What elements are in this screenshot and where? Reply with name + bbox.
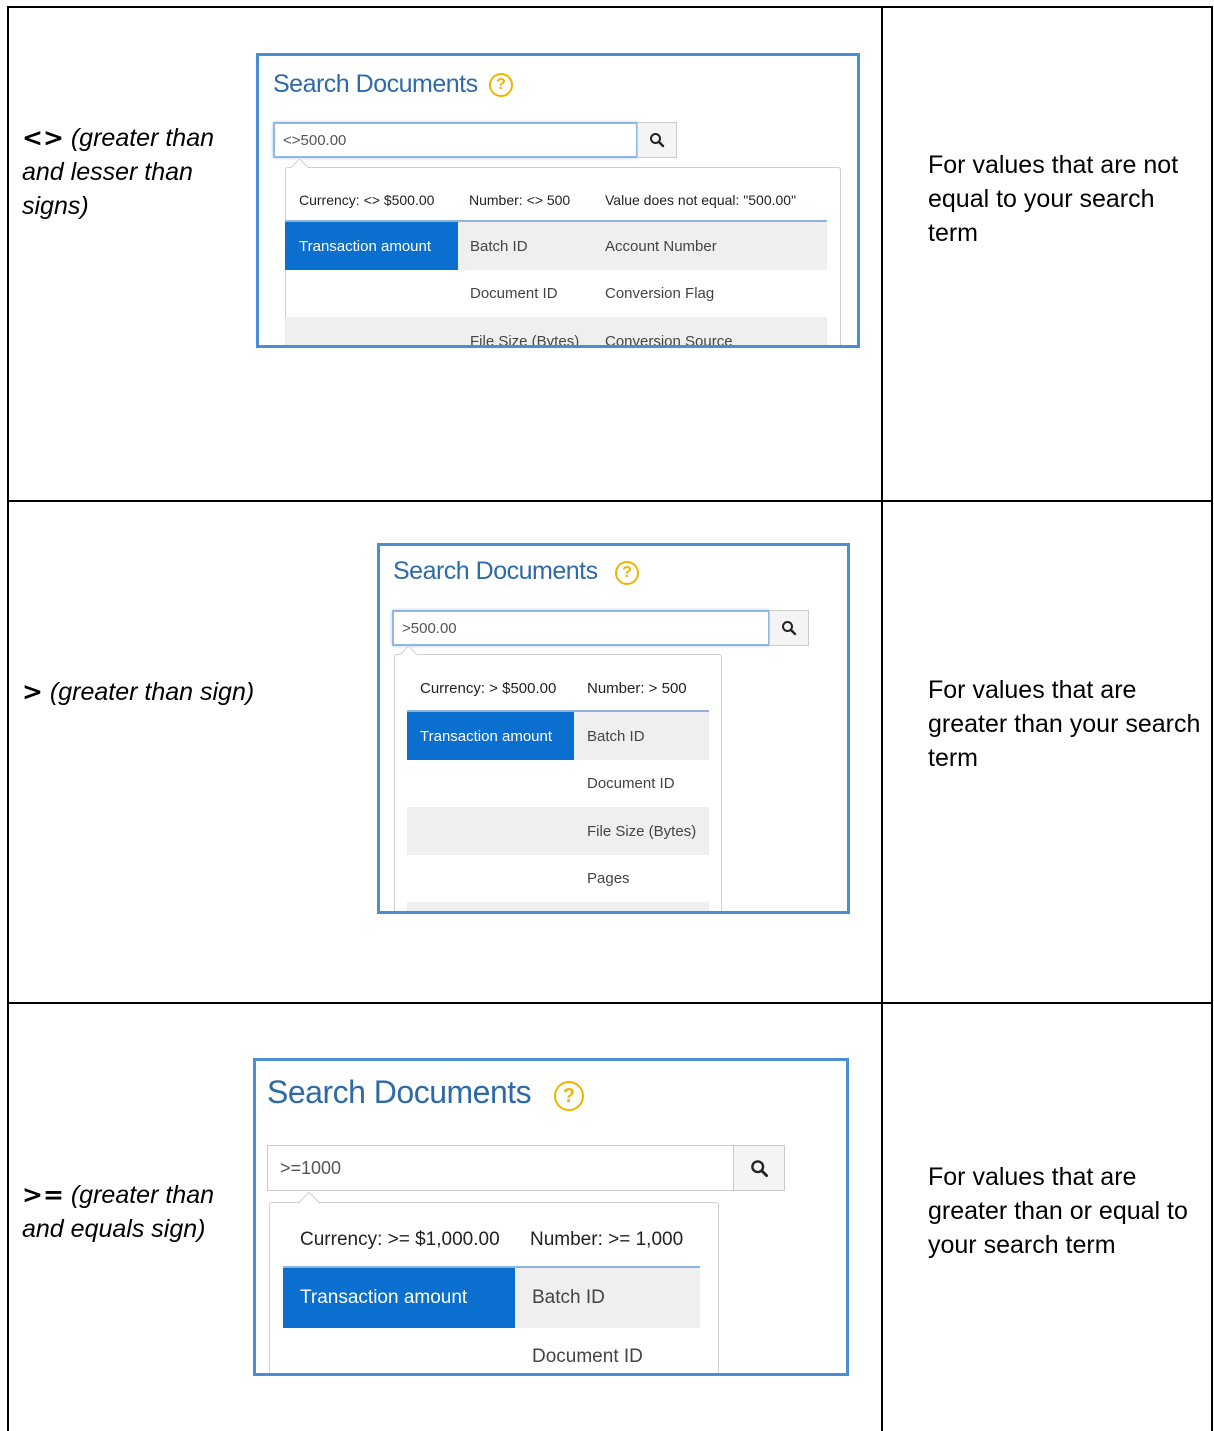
row-divider-1 xyxy=(7,500,1213,502)
field-document-id[interactable]: Document ID xyxy=(515,1328,700,1373)
operator-symbol: >= xyxy=(22,1180,64,1209)
field-conversion-source[interactable]: Conversion Source xyxy=(595,317,827,345)
operator-cell-greater-equal: >= (greater than and equals sign) xyxy=(22,1178,232,1246)
field-row-partial xyxy=(407,902,709,911)
explanation-text: For values that are greater than or equa… xyxy=(928,1163,1188,1259)
operator-symbol: > xyxy=(22,677,43,706)
table-border-right xyxy=(1211,6,1213,1431)
search-input[interactable]: <>500.00 xyxy=(273,122,638,158)
field-empty xyxy=(285,317,458,345)
table-border-left xyxy=(7,6,9,1431)
hint-currency[interactable]: Currency: >= $1,000.00 xyxy=(300,1229,500,1251)
row-divider-2 xyxy=(7,1002,1213,1004)
table-border-top xyxy=(7,6,1213,8)
field-file-size[interactable]: File Size (Bytes) xyxy=(458,317,595,345)
search-input[interactable]: >=1000 xyxy=(267,1145,734,1191)
field-batch-id[interactable]: Batch ID xyxy=(574,712,709,760)
search-panel-screenshot: Search Documents ? >=1000 Currency: >= $… xyxy=(253,1058,849,1376)
search-icon xyxy=(650,133,665,148)
field-empty xyxy=(407,760,574,807)
hint-number[interactable]: Number: >= 1,000 xyxy=(530,1229,683,1251)
hint-currency[interactable]: Currency: > $500.00 xyxy=(420,680,556,697)
field-empty xyxy=(285,270,458,317)
field-conversion-flag[interactable]: Conversion Flag xyxy=(595,270,827,317)
hint-number[interactable]: Number: > 500 xyxy=(587,680,687,697)
hint-not-equal[interactable]: Value does not equal: "500.00" xyxy=(605,192,796,208)
field-account-number[interactable]: Account Number xyxy=(595,222,827,270)
field-batch-id[interactable]: Batch ID xyxy=(458,222,595,270)
field-document-id[interactable]: Document ID xyxy=(458,270,595,317)
panel-title: Search Documents xyxy=(393,557,598,585)
field-batch-id[interactable]: Batch ID xyxy=(515,1268,700,1328)
field-empty xyxy=(283,1328,515,1373)
operator-symbol: <> xyxy=(22,123,64,152)
field-document-id[interactable]: Document ID xyxy=(574,760,709,807)
operator-cell-not-equal: <> (greater than and lesser than signs) xyxy=(22,121,242,223)
operator-cell-greater: > (greater than sign) xyxy=(22,675,322,709)
search-button[interactable] xyxy=(769,610,809,646)
field-empty xyxy=(407,855,574,902)
operator-description: (greater than sign) xyxy=(49,678,255,706)
search-icon xyxy=(750,1159,768,1177)
search-panel-screenshot: Search Documents ? >500.00 Currency: > $… xyxy=(377,543,850,914)
field-transaction-amount[interactable]: Transaction amount xyxy=(285,222,458,270)
search-panel-screenshot: Search Documents ? <>500.00 Currency: <>… xyxy=(256,53,860,348)
field-file-size[interactable]: File Size (Bytes) xyxy=(574,807,709,855)
column-divider xyxy=(881,6,883,1431)
search-input[interactable]: >500.00 xyxy=(392,610,770,646)
field-empty xyxy=(407,807,574,855)
explanation-text: For values that are greater than your se… xyxy=(928,676,1201,772)
help-icon[interactable]: ? xyxy=(615,561,639,585)
field-transaction-amount[interactable]: Transaction amount xyxy=(283,1268,515,1328)
search-button[interactable] xyxy=(637,122,677,158)
help-icon[interactable]: ? xyxy=(554,1081,584,1111)
search-button[interactable] xyxy=(733,1145,785,1191)
field-pages[interactable]: Pages xyxy=(574,855,709,902)
explanation-text: For values that are not equal to your se… xyxy=(928,151,1179,247)
panel-title: Search Documents xyxy=(267,1074,532,1110)
hint-currency[interactable]: Currency: <> $500.00 xyxy=(299,192,434,208)
search-icon xyxy=(782,621,797,636)
hint-number[interactable]: Number: <> 500 xyxy=(469,192,570,208)
field-transaction-amount[interactable]: Transaction amount xyxy=(407,712,574,760)
help-icon[interactable]: ? xyxy=(489,73,513,97)
panel-title: Search Documents xyxy=(273,70,478,98)
